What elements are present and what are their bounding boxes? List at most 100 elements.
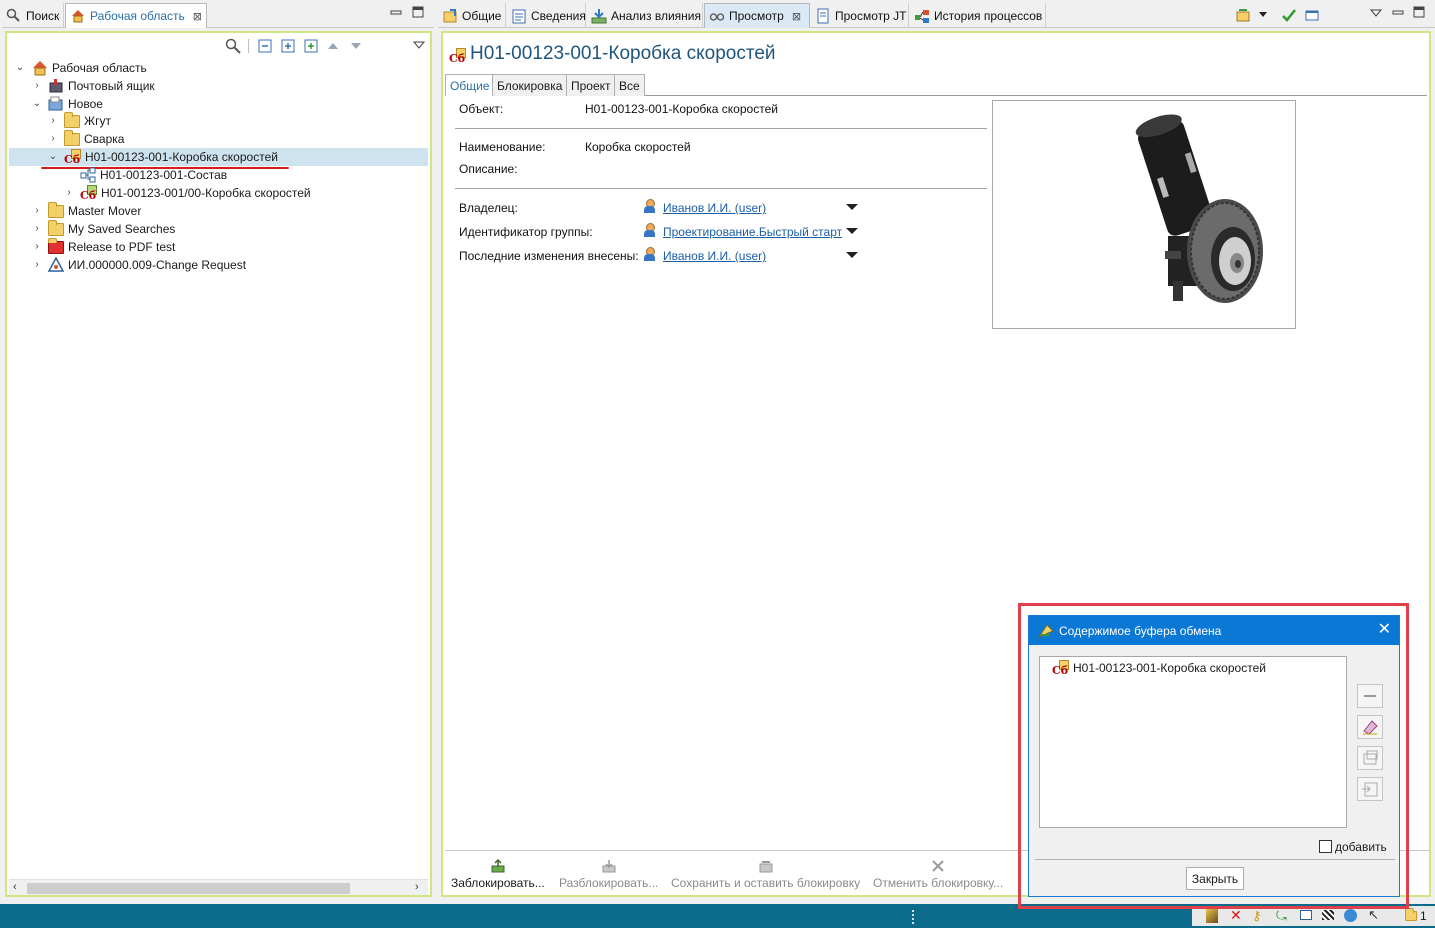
maximize-icon[interactable] [412,6,428,22]
subtab-all[interactable]: Все [614,74,645,96]
tree-item-workspace[interactable]: Рабочая область [32,59,147,77]
last-modified-label: Последние изменения внесены: [459,249,639,263]
paste-button[interactable] [1357,777,1383,801]
close-icon[interactable]: ⊠ [792,10,801,23]
cursor-icon[interactable]: ↖ [1368,907,1379,923]
scroll-left-icon[interactable]: ‹ [13,881,17,893]
clipboard-list[interactable]: Сб Н01-00123-001-Коробка скоростей [1039,656,1347,828]
owner-link[interactable]: Иванов И.И. (user) [663,201,766,215]
save-keep-lock-button[interactable]: Сохранить и оставить блокировку [671,859,860,895]
chevron-right-icon[interactable]: › [32,206,42,216]
tab-search[interactable]: Поиск [2,3,64,28]
group-link[interactable]: Проектирование.Быстрый старт [663,225,842,239]
description-label: Описание: [459,162,518,176]
tree-item-new[interactable]: Новое [48,95,103,113]
last-modified-link[interactable]: Иванов И.И. (user) [663,249,766,263]
checkmark-icon[interactable] [1281,7,1297,23]
tree-item-zhgut[interactable]: Жгут [64,111,111,130]
close-icon[interactable]: ✕ [1378,620,1391,640]
flag-icon[interactable] [1322,910,1334,920]
folder-icon [48,219,64,236]
chevron-right-icon[interactable]: › [32,260,42,270]
minimize-icon[interactable] [1392,7,1408,23]
cancel-lock-icon [930,859,946,873]
lock-icon [490,858,506,873]
view-menu-icon[interactable] [412,39,429,55]
monitor-icon[interactable] [1300,910,1312,920]
tree-item-change-request[interactable]: ИИ.000000.009-Change Request [47,256,246,274]
chevron-right-icon[interactable]: › [48,134,58,144]
subtab-general[interactable]: Общие [445,74,495,96]
tree-item-child2[interactable]: Сб Н01-00123-001/00-Коробка скоростей [80,184,311,202]
window-icon[interactable] [1304,8,1320,24]
cancel-lock-button[interactable]: Отменить блокировку... [873,859,1003,895]
tree-item-child1[interactable]: Н01-00123-001-Состав [80,166,227,184]
close-icon[interactable]: ⊠ [193,10,202,23]
minus-icon [1364,695,1376,697]
tab-process-history[interactable]: История процессов [910,3,1046,28]
tab-preview[interactable]: Просмотр ⊠ [704,3,810,28]
pen-icon[interactable] [1206,909,1218,923]
tab-jt-preview[interactable]: Просмотр JT [811,3,909,28]
close-button[interactable]: Закрыть [1186,867,1244,890]
scroll-thumb[interactable] [27,883,350,894]
subtab-project[interactable]: Проект [566,74,616,96]
remove-button[interactable] [1357,684,1383,708]
group-dropdown-icon[interactable] [846,228,858,234]
tab-impact[interactable]: Анализ влияния [587,3,703,28]
clear-button[interactable] [1357,715,1383,739]
lock-button[interactable]: Заблокировать... [451,858,545,895]
tree-label: Н01-00123-001-Коробка скоростей [85,150,278,164]
tree-item-mailbox[interactable]: Почтовый ящик [48,77,155,95]
group-icon [643,223,655,237]
tab-general[interactable]: Общие [438,3,506,28]
last-modified-dropdown-icon[interactable] [846,252,858,258]
globe-icon[interactable] [1344,909,1357,922]
chevron-right-icon[interactable]: › [32,81,42,91]
maximize-icon[interactable] [1413,6,1429,22]
tree-item-release-pdf[interactable]: Release to PDF test [48,237,176,256]
chevron-right-icon[interactable]: › [32,242,42,252]
unlock-button[interactable]: Разблокировать... [559,859,658,895]
clipboard-dialog: Содержимое буфера обмена ✕ Сб Н01-00123-… [1028,615,1400,897]
chevron-right-icon[interactable]: › [64,188,74,198]
tab-workspace[interactable]: Рабочая область ⊠ [65,3,207,28]
subtab-lock[interactable]: Блокировка [492,74,568,96]
tab-details[interactable]: Сведения [507,3,586,28]
status-grip [912,910,915,924]
chevron-down-icon[interactable]: ⌄ [15,63,25,73]
chevron-down-icon[interactable]: ⌄ [48,152,58,162]
tab-search-label: Поиск [26,8,60,23]
chevron-down-icon[interactable]: ⌄ [32,99,42,109]
view-menu-icon[interactable] [1369,7,1386,23]
unlock-label: Разблокировать... [559,876,659,890]
tree-label: Рабочая область [52,61,147,75]
delete-icon[interactable]: ✕ [1230,907,1242,924]
tree-item-selected[interactable]: Сб Н01-00123-001-Коробка скоростей [64,148,278,166]
tree-item-svarka[interactable]: Сварка [64,129,124,148]
expand-below-icon[interactable] [304,39,320,55]
chevron-right-icon[interactable]: › [32,224,42,234]
route-icon[interactable]: ⤿ [1276,908,1287,924]
list-item[interactable]: Сб Н01-00123-001-Коробка скоростей [1052,659,1266,677]
add-checkbox-label: добавить [1335,840,1387,854]
scroll-right-icon[interactable]: › [415,881,419,893]
move-down-icon[interactable] [350,40,366,56]
chevron-right-icon[interactable]: › [48,116,58,126]
tree-item-saved-searches[interactable]: My Saved Searches [48,219,175,238]
add-checkbox[interactable] [1319,840,1332,853]
horizontal-scrollbar[interactable]: ‹ › [9,879,428,895]
owner-dropdown-icon[interactable] [846,204,858,210]
collapse-all-icon[interactable] [258,39,274,55]
key-icon[interactable]: ⚷ [1252,908,1262,924]
search-icon[interactable] [225,38,241,54]
name-value: Коробка скоростей [585,140,691,154]
expand-all-icon[interactable] [281,39,297,55]
toolbar-action-icon[interactable] [1236,7,1252,23]
copy-button[interactable] [1357,746,1383,770]
dropdown-arrow-icon[interactable] [1258,8,1274,24]
move-up-icon[interactable] [327,40,343,56]
minimize-icon[interactable] [390,7,406,23]
tree-label: Release to PDF test [68,240,176,254]
tree-item-master-mover[interactable]: Master Mover [48,201,141,220]
